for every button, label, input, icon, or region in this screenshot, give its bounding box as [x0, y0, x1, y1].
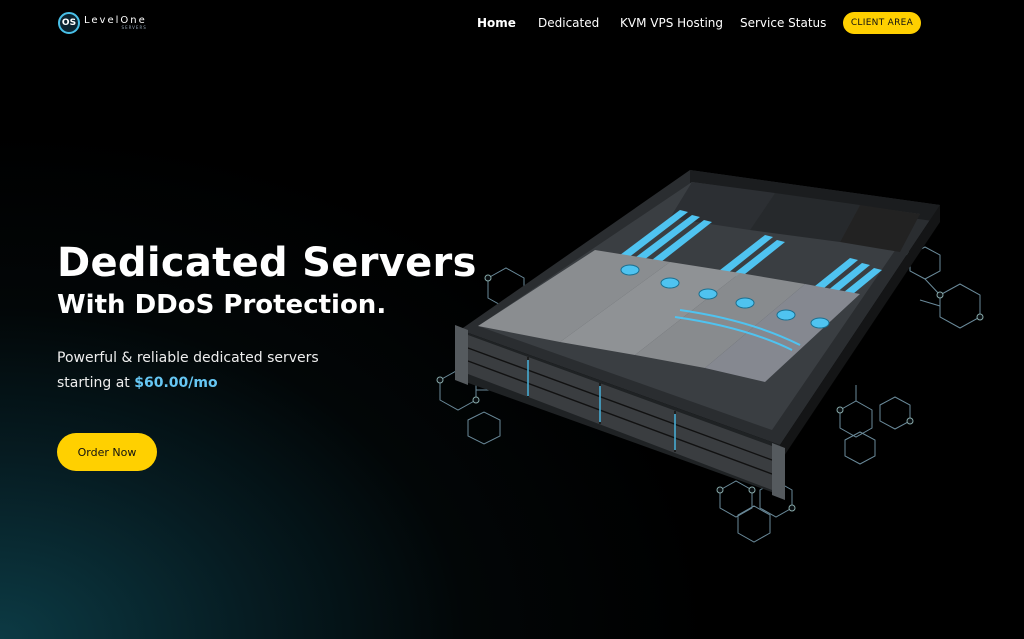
- site-header: OS LevelOne SERVERS Home Dedicated KVM V…: [0, 0, 1024, 46]
- nav-service-status[interactable]: Service Status: [740, 16, 826, 30]
- hero-desc-line2: starting at $60.00/mo: [57, 371, 357, 396]
- client-area-button[interactable]: CLIENT AREA: [843, 12, 921, 34]
- nav-dedicated[interactable]: Dedicated: [538, 16, 599, 30]
- server-illustration: [436, 170, 984, 543]
- hero-desc-line1: Powerful & reliable dedicated servers: [57, 350, 319, 366]
- nav-home[interactable]: Home: [477, 16, 516, 30]
- server-chassis: [455, 170, 940, 500]
- hero-price: $60.00/mo: [134, 375, 218, 391]
- hero-title: Dedicated Servers: [57, 240, 477, 286]
- hero-subtitle: With DDoS Protection.: [57, 290, 387, 320]
- order-now-button[interactable]: Order Now: [57, 433, 157, 471]
- hero-description: Powerful & reliable dedicated servers st…: [57, 346, 357, 396]
- hero-desc-prefix: starting at: [57, 375, 135, 391]
- nav-kvm-vps-hosting[interactable]: KVM VPS Hosting: [620, 16, 723, 30]
